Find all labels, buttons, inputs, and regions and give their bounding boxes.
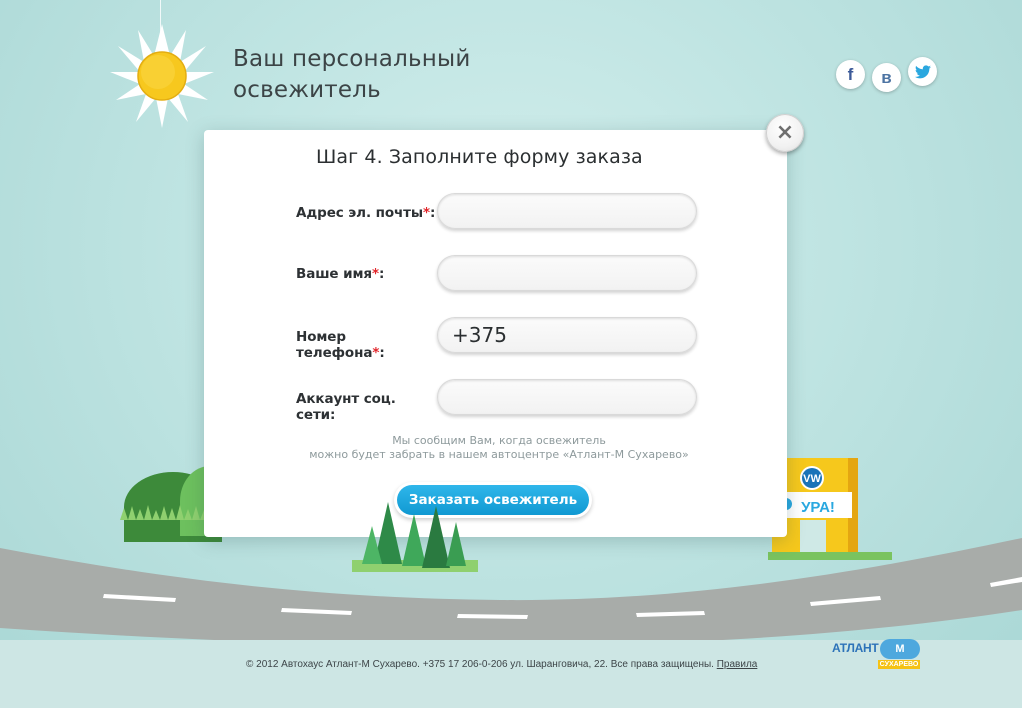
svg-text:VW: VW bbox=[803, 473, 821, 485]
modal-title: Шаг 4. Заполните форму заказа bbox=[316, 146, 643, 168]
email-field[interactable] bbox=[437, 193, 697, 229]
social-account-label: Аккаунт соц. сети: bbox=[296, 391, 396, 423]
trees-illustration bbox=[352, 502, 478, 572]
facebook-share-button[interactable]: f bbox=[836, 60, 865, 89]
close-button[interactable]: × bbox=[766, 114, 804, 152]
brand-subtitle: СУХАРЕВО bbox=[878, 660, 920, 669]
vkontakte-share-button[interactable]: в bbox=[872, 63, 901, 92]
email-label: Адрес эл. почты*: bbox=[296, 205, 436, 221]
social-account-field[interactable] bbox=[437, 379, 697, 415]
footer: © 2012 Автохаус Атлант-М Сухарево. +375 … bbox=[246, 659, 826, 670]
sun-illustration bbox=[110, 24, 214, 128]
vkontakte-icon: в bbox=[881, 67, 892, 87]
facebook-icon: f bbox=[847, 64, 854, 84]
close-icon: × bbox=[775, 120, 795, 145]
brand-name: АТЛАНТ bbox=[832, 641, 879, 655]
required-mark: * bbox=[371, 266, 379, 282]
twitter-share-button[interactable] bbox=[908, 57, 937, 86]
required-mark: * bbox=[423, 205, 430, 221]
pickup-note-line2: можно будет забрать в нашем автоцентре «… bbox=[309, 448, 689, 461]
name-field[interactable] bbox=[437, 255, 697, 291]
phone-field[interactable] bbox=[437, 317, 697, 353]
arch-sign-text: УРА! bbox=[801, 499, 835, 516]
rules-link[interactable]: Правила bbox=[717, 659, 758, 670]
site-title-line2: освежитель bbox=[233, 77, 381, 103]
brand-logo-icon: М bbox=[880, 639, 920, 659]
twitter-icon bbox=[914, 64, 931, 78]
name-label: Ваше имя*: bbox=[296, 266, 385, 282]
site-title-line1: Ваш персональный bbox=[233, 46, 471, 72]
phone-label: Номер телефона*: bbox=[296, 329, 385, 361]
footer-text: © 2012 Автохаус Атлант-М Сухарево. +375 … bbox=[246, 659, 714, 670]
pickup-note: Мы сообщим Вам, когда освежитель можно б… bbox=[304, 434, 694, 462]
pickup-note-line1: Мы сообщим Вам, когда освежитель bbox=[392, 434, 606, 447]
site-title: Ваш персональный освежитель bbox=[233, 44, 533, 106]
